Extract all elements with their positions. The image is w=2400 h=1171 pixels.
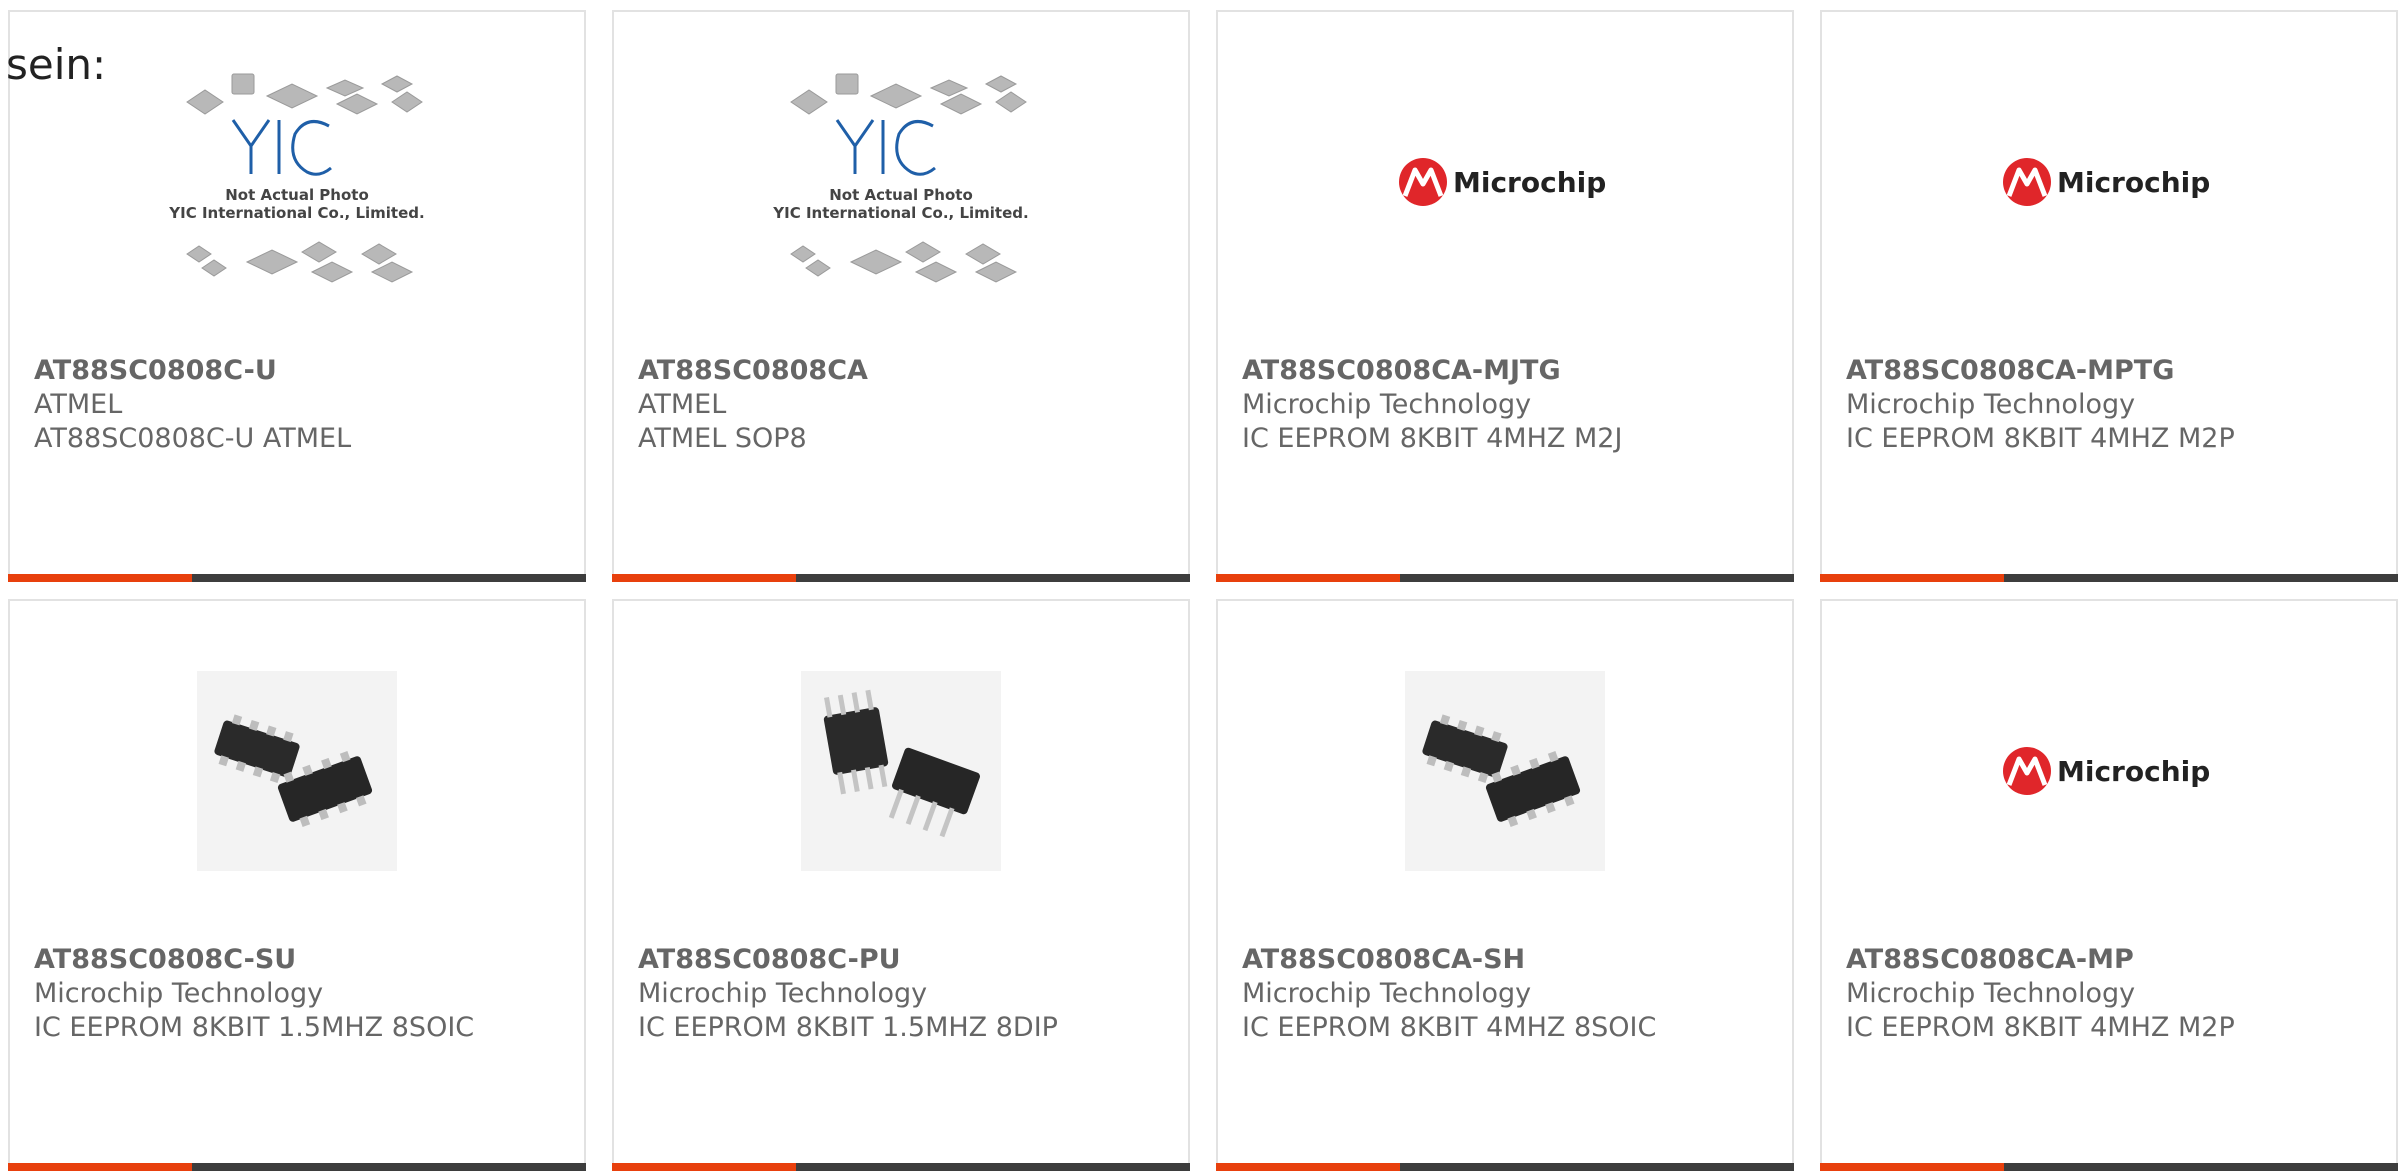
product-grid: Not Actual Photo YIC International Co., … xyxy=(0,0,2400,1171)
placeholder-line1: Not Actual Photo xyxy=(829,186,973,204)
placeholder-line1: Not Actual Photo xyxy=(225,186,369,204)
description: ATMEL SOP8 xyxy=(638,423,807,454)
microchip-logo: Microchip xyxy=(2003,158,2210,206)
description: IC EEPROM 8KBIT 1.5MHZ 8DIP xyxy=(638,1012,1058,1043)
product-card[interactable]: Not Actual Photo YIC International Co., … xyxy=(8,10,586,582)
card-accent-bar xyxy=(1216,1163,1400,1171)
card-accent-bar xyxy=(1820,1163,2004,1171)
manufacturer: Microchip Technology xyxy=(1846,389,2136,420)
card-accent-bar xyxy=(612,574,796,582)
part-number[interactable]: AT88SC0808C-PU xyxy=(638,943,1178,977)
part-number[interactable]: AT88SC0808CA xyxy=(638,354,1178,388)
product-image: Microchip xyxy=(1218,12,1792,352)
dip-chip-image xyxy=(801,671,1001,871)
part-number[interactable]: AT88SC0808CA-MJTG xyxy=(1242,354,1782,388)
description: AT88SC0808C-U ATMEL xyxy=(34,423,352,454)
product-image: Microchip xyxy=(1822,12,2396,352)
manufacturer: Microchip Technology xyxy=(1242,978,1532,1009)
yic-placeholder-image: Not Actual Photo YIC International Co., … xyxy=(772,73,1029,283)
description: IC EEPROM 8KBIT 4MHZ M2P xyxy=(1846,423,2235,454)
logo-wordmark: Microchip xyxy=(2057,166,2210,199)
placeholder-line2: YIC International Co., Limited. xyxy=(772,204,1028,222)
product-card[interactable]: Microchip AT88SC0808CA-MP Microchip Tech… xyxy=(1820,599,2398,1171)
product-card[interactable]: Microchip AT88SC0808CA-MJTG Microchip Te… xyxy=(1216,10,1794,582)
card-accent-bar xyxy=(1216,574,1400,582)
part-number[interactable]: AT88SC0808C-U xyxy=(34,354,574,388)
logo-wordmark: Microchip xyxy=(2057,755,2210,788)
product-image xyxy=(1218,601,1792,941)
product-card[interactable]: AT88SC0808C-SU Microchip Technology IC E… xyxy=(8,599,586,1171)
description: IC EEPROM 8KBIT 4MHZ M2P xyxy=(1846,1012,2235,1043)
product-card[interactable]: AT88SC0808CA-SH Microchip Technology IC … xyxy=(1216,599,1794,1171)
soic-chip-image xyxy=(1405,671,1605,871)
part-number[interactable]: AT88SC0808C-SU xyxy=(34,943,574,977)
intro-text: sein: xyxy=(6,40,107,89)
card-bottom-bar xyxy=(1820,1163,2398,1171)
card-accent-bar xyxy=(8,574,192,582)
card-bottom-bar xyxy=(612,1163,1190,1171)
card-bottom-bar xyxy=(8,574,586,582)
product-card[interactable]: Not Actual Photo YIC International Co., … xyxy=(612,10,1190,582)
placeholder-line2: YIC International Co., Limited. xyxy=(168,204,424,222)
manufacturer: Microchip Technology xyxy=(34,978,324,1009)
part-number[interactable]: AT88SC0808CA-SH xyxy=(1242,943,1782,977)
card-bottom-bar xyxy=(1216,574,1794,582)
logo-wordmark: Microchip xyxy=(1453,166,1606,199)
manufacturer: Microchip Technology xyxy=(1846,978,2136,1009)
card-bottom-bar xyxy=(8,1163,586,1171)
product-card[interactable]: AT88SC0808C-PU Microchip Technology IC E… xyxy=(612,599,1190,1171)
card-bottom-bar xyxy=(1820,574,2398,582)
product-image: Not Actual Photo YIC International Co., … xyxy=(614,12,1188,352)
description: IC EEPROM 8KBIT 4MHZ M2J xyxy=(1242,423,1623,454)
soic-chip-image xyxy=(197,671,397,871)
microchip-logo: Microchip xyxy=(1399,158,1606,206)
part-number[interactable]: AT88SC0808CA-MP xyxy=(1846,943,2386,977)
card-bottom-bar xyxy=(612,574,1190,582)
product-image: Microchip xyxy=(1822,601,2396,941)
card-accent-bar xyxy=(612,1163,796,1171)
card-bottom-bar xyxy=(1216,1163,1794,1171)
manufacturer: ATMEL xyxy=(638,389,727,420)
card-accent-bar xyxy=(1820,574,2004,582)
description: IC EEPROM 8KBIT 1.5MHZ 8SOIC xyxy=(34,1012,475,1043)
microchip-logo: Microchip xyxy=(2003,747,2210,795)
product-image xyxy=(614,601,1188,941)
description: IC EEPROM 8KBIT 4MHZ 8SOIC xyxy=(1242,1012,1657,1043)
manufacturer: Microchip Technology xyxy=(1242,389,1532,420)
card-accent-bar xyxy=(8,1163,192,1171)
product-image xyxy=(10,601,584,941)
manufacturer: Microchip Technology xyxy=(638,978,928,1009)
part-number[interactable]: AT88SC0808CA-MPTG xyxy=(1846,354,2386,388)
yic-placeholder-image: Not Actual Photo YIC International Co., … xyxy=(168,73,425,283)
manufacturer: ATMEL xyxy=(34,389,123,420)
product-card[interactable]: Microchip AT88SC0808CA-MPTG Microchip Te… xyxy=(1820,10,2398,582)
